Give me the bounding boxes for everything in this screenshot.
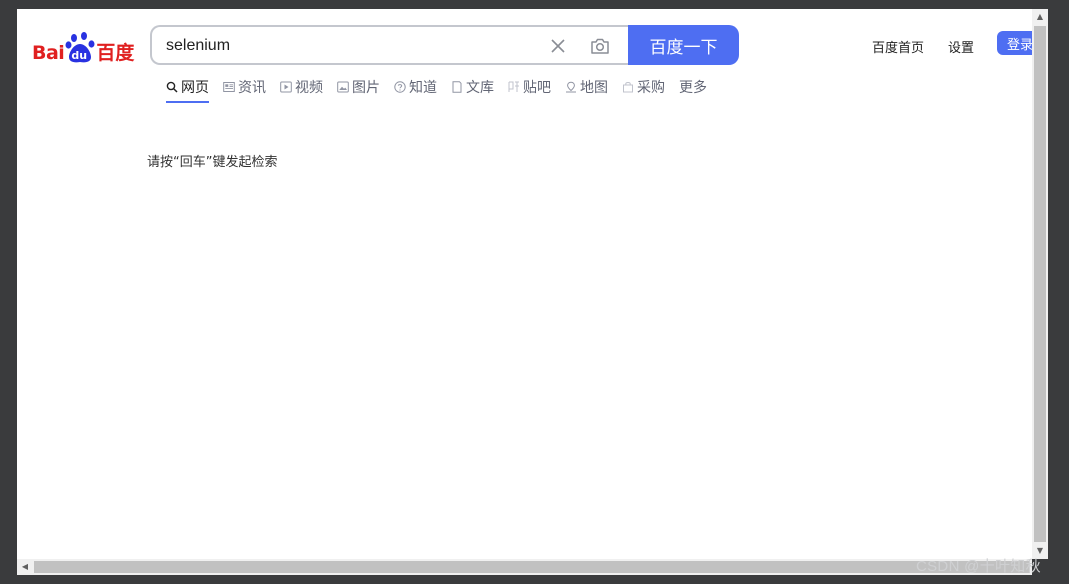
tab-label: 视频 xyxy=(295,80,323,96)
paw-logo-icon: du xyxy=(65,32,95,64)
search-hint-text: 请按“回车”键发起检索 xyxy=(147,155,278,170)
map-icon xyxy=(566,81,576,93)
tab-video[interactable]: 视频 xyxy=(280,76,323,98)
tab-label: 知道 xyxy=(409,80,437,96)
tab-news[interactable]: 资讯 xyxy=(223,76,266,98)
tab-map[interactable]: 地图 xyxy=(565,76,608,98)
tab-zhidao[interactable]: 知道 xyxy=(394,76,437,98)
horizontal-scrollbar[interactable]: ◀ xyxy=(17,559,1032,575)
tab-tieba[interactable]: 贴吧 xyxy=(508,76,551,98)
vertical-scroll-thumb[interactable] xyxy=(1034,26,1046,542)
logo-text-chinese: 百度 xyxy=(96,42,135,64)
search-tabs: 网页 资讯 视频 图片 知道 文库 贴吧 地图 采购 更多 xyxy=(166,76,721,106)
csdn-watermark: CSDN @十叶知秋 xyxy=(916,558,1041,575)
login-button[interactable]: 登录 xyxy=(997,31,1032,55)
shopping-icon xyxy=(623,81,633,93)
vertical-scrollbar[interactable]: ▲ ▼ xyxy=(1032,9,1048,559)
logo-text-latin: Bai xyxy=(32,42,65,64)
tab-label: 采购 xyxy=(637,80,665,96)
video-icon xyxy=(280,81,292,93)
search-form: 百度一下 xyxy=(150,25,739,65)
clear-icon[interactable] xyxy=(549,37,567,55)
camera-icon[interactable] xyxy=(589,35,611,57)
tab-label: 资讯 xyxy=(238,80,266,96)
search-input[interactable] xyxy=(166,35,546,57)
tab-more[interactable]: 更多 xyxy=(679,76,707,98)
tab-label: 文库 xyxy=(466,80,494,96)
horizontal-scroll-thumb[interactable] xyxy=(34,561,1030,573)
question-icon xyxy=(394,81,406,93)
tab-wenku[interactable]: 文库 xyxy=(451,76,494,98)
browser-viewport: Bai du 百度 百度一下 百度首页 设置 xyxy=(17,9,1032,559)
image-icon xyxy=(337,81,349,93)
search-button[interactable]: 百度一下 xyxy=(628,25,739,65)
tab-label: 图片 xyxy=(352,80,380,96)
tab-purchase[interactable]: 采购 xyxy=(622,76,665,98)
baidu-logo[interactable]: Bai du 百度 xyxy=(32,28,134,64)
search-box xyxy=(150,25,630,65)
tab-label: 网页 xyxy=(181,80,209,96)
scroll-up-arrow-icon[interactable]: ▲ xyxy=(1032,9,1048,25)
tab-label: 更多 xyxy=(679,80,707,96)
news-icon xyxy=(223,82,235,92)
tab-images[interactable]: 图片 xyxy=(337,76,380,98)
tab-web[interactable]: 网页 xyxy=(166,76,209,103)
tieba-icon xyxy=(508,81,519,92)
scroll-left-arrow-icon[interactable]: ◀ xyxy=(17,559,33,575)
home-link[interactable]: 百度首页 xyxy=(872,37,924,56)
settings-link[interactable]: 设置 xyxy=(948,37,974,56)
tab-label: 地图 xyxy=(580,80,608,96)
search-icon xyxy=(166,81,178,93)
logo-paw-letters: du xyxy=(71,49,88,62)
tab-label: 贴吧 xyxy=(523,80,551,96)
document-icon xyxy=(452,81,462,93)
